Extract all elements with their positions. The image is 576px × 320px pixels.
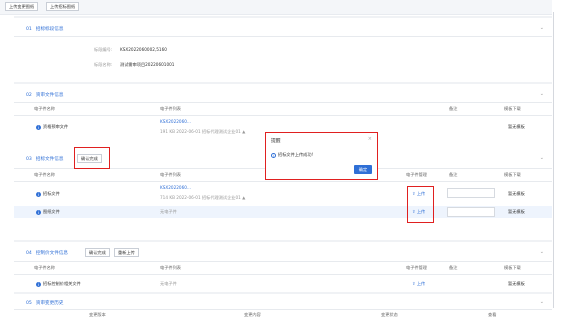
scrollbar-area: [552, 0, 576, 320]
bid-remark-input[interactable]: [447, 188, 495, 198]
control-price-title: 04 控制价文件信息: [26, 251, 69, 256]
flag-icon: ▲: [242, 129, 246, 134]
col-header-status: 变更状态: [381, 312, 398, 317]
info-icon: i: [271, 152, 276, 158]
control-row-name: i 招标控制价相关文件: [36, 281, 81, 287]
chevron-down-icon[interactable]: ⌄: [540, 299, 544, 305]
col-header-download: 模板下载: [504, 172, 521, 177]
info-dot-icon: i: [36, 281, 41, 287]
drawing-remark-input[interactable]: [447, 207, 495, 217]
control-reupload-button[interactable]: 重新上传: [114, 248, 139, 257]
drawing-row-name: i 图纸文件: [36, 209, 60, 215]
bid-docs-title: 03 招标文件信息: [26, 157, 64, 162]
highlight-upload-box: [407, 186, 434, 223]
dialog-message: i 招标文件上传成功!: [271, 152, 314, 158]
reference-row-name: i 资格预审文件: [36, 124, 69, 130]
control-template: 暂无模板: [508, 281, 525, 286]
chevron-down-icon[interactable]: ⌄: [540, 155, 544, 161]
col-header-name: 电子件名称: [34, 265, 55, 270]
upload-icon: ⇪: [412, 281, 416, 286]
divider: [14, 181, 552, 182]
reference-docs-title: 02 资审文件信息: [26, 93, 64, 98]
col-header-remark: 备注: [449, 172, 458, 177]
ok-button[interactable]: 确定: [354, 165, 372, 174]
reference-template: 暂无模板: [508, 124, 525, 129]
control-confirm-button[interactable]: 确认完成: [85, 248, 110, 257]
drawing-template: 暂无模板: [508, 209, 525, 214]
divider: [14, 102, 552, 103]
project-name-label: 标段名称:: [94, 62, 113, 67]
col-header-content: 变更内容: [244, 312, 261, 317]
upload-change-drawing-button[interactable]: 上传变更图纸: [5, 2, 39, 11]
dialog-title: 提醒: [271, 139, 281, 144]
drawing-file-meta: 无电子件: [160, 209, 177, 214]
change-history-card: 05 资审变更历史 ⌄ 变更版本 变更内容 变更状态 查看: [14, 294, 552, 320]
control-price-card: 04 控制价文件信息 确认完成 重新上传 ⌄ 电子件名称 电子件列表 电子件管理 …: [14, 242, 552, 292]
col-header-version: 变更版本: [89, 312, 106, 317]
info-dot-icon: i: [36, 191, 41, 197]
bid-row-name: i 招标文件: [36, 191, 60, 197]
col-header-view: 查看: [488, 312, 497, 317]
col-header-download: 模板下载: [504, 265, 521, 270]
info-dot-icon: i: [36, 124, 41, 130]
project-info-title: 01 招标标段信息: [26, 27, 64, 32]
chevron-down-icon[interactable]: ⌄: [540, 91, 544, 97]
bid-file-meta: 714 KB 2022-06-01 招标代理测试企业01 ▲: [160, 195, 246, 200]
scrollbar[interactable]: [553, 12, 554, 308]
reminder-dialog: 提醒 × i 招标文件上传成功! 确定: [265, 132, 378, 180]
col-header-list: 电子件列表: [160, 265, 181, 270]
control-file-meta: 无电子件: [160, 281, 177, 286]
col-header-manage: 电子件管理: [406, 172, 427, 177]
col-header-manage: 电子件管理: [406, 265, 427, 270]
col-header-download: 模板下载: [504, 106, 521, 111]
chevron-down-icon[interactable]: ⌄: [540, 249, 544, 255]
info-dot-icon: i: [36, 209, 41, 215]
reference-file-link[interactable]: KSX2022060...: [160, 119, 191, 124]
divider: [14, 36, 552, 37]
project-name-value: 测试需审项目20220601001: [120, 62, 175, 67]
project-info-card: 01 招标标段信息 ⌄ 标段编号: KSX2022060002,5160 标段名称…: [14, 18, 552, 82]
flag-icon: ▲: [242, 195, 246, 200]
control-upload-button[interactable]: ⇪ 上传: [412, 281, 425, 287]
change-history-title: 05 资审变更历史: [26, 301, 64, 306]
divider: [14, 115, 552, 116]
top-toolbar: 上传变更图纸 上传招标图纸: [0, 0, 552, 15]
divider: [14, 274, 552, 275]
divider: [14, 261, 552, 262]
col-header-name: 电子件名称: [34, 106, 55, 111]
col-header-remark: 备注: [449, 106, 458, 111]
project-code-label: 标段编号:: [94, 47, 113, 52]
highlight-confirm-box: [74, 147, 110, 169]
chevron-down-icon[interactable]: ⌄: [540, 25, 544, 31]
bid-file-link[interactable]: KSX2022060...: [160, 185, 191, 190]
bid-template: 暂无模板: [508, 191, 525, 196]
project-code-value: KSX2022060002,5160: [120, 47, 167, 52]
col-header-remark: 备注: [449, 265, 458, 270]
col-header-list: 电子件列表: [160, 106, 181, 111]
divider: [14, 309, 552, 310]
reference-file-meta: 191 KB 2022-06-01 招标代理测试企业01 ▲: [160, 129, 246, 134]
upload-bid-drawing-button[interactable]: 上传招标图纸: [46, 2, 80, 11]
col-header-list: 电子件列表: [160, 172, 181, 177]
col-header-name: 电子件名称: [34, 172, 55, 177]
close-icon[interactable]: ×: [368, 136, 372, 142]
